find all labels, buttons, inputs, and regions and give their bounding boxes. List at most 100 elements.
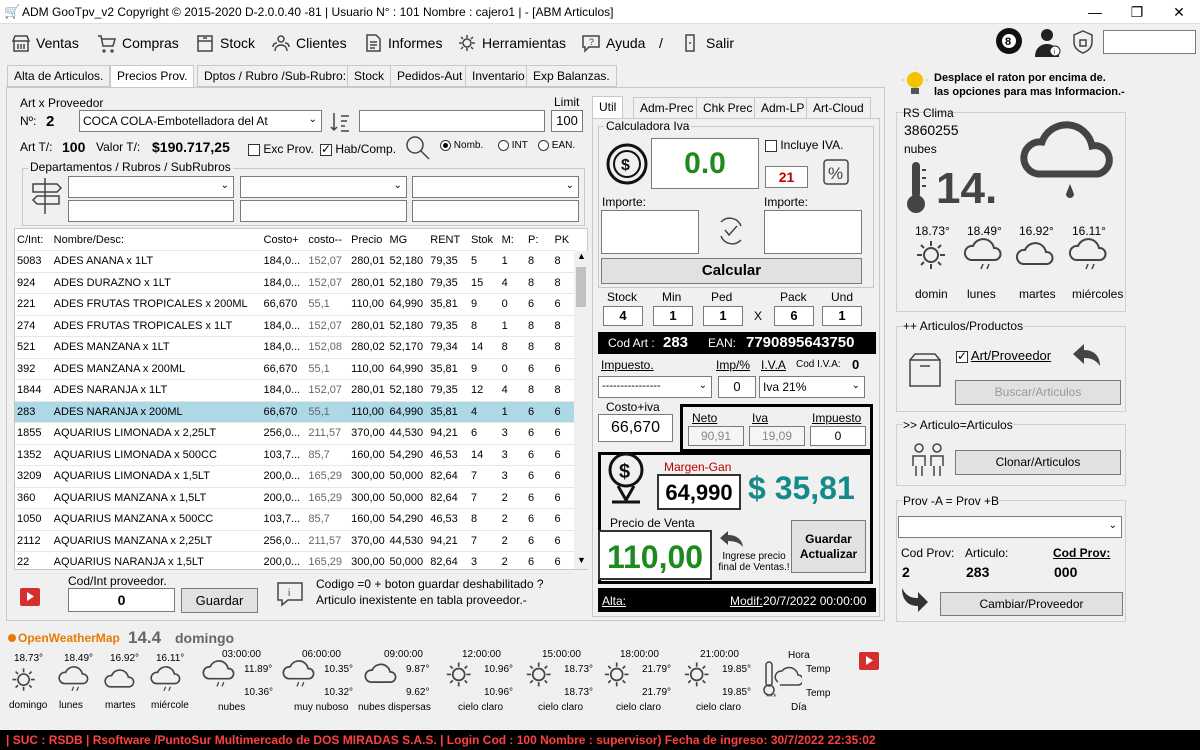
clonar-articulos-button[interactable]: Clonar/Articulos	[955, 450, 1121, 475]
tab-stock[interactable]: Stock	[347, 65, 392, 87]
tab-art-cloud[interactable]: Art-Cloud	[806, 97, 871, 119]
grid-cell: ADES NARANJA x 1LT	[51, 379, 262, 402]
menu-compras[interactable]: Compras	[96, 33, 179, 53]
table-row[interactable]: 5083 ADES ANANA x 1LT 184,0... 152,07 280,01…	[15, 250, 575, 273]
eight-ball-icon[interactable]: 8	[993, 25, 1027, 59]
menu-clientes[interactable]: Clientes	[270, 33, 347, 53]
menu-informes[interactable]: Informes	[362, 33, 442, 53]
subrubro-input[interactable]	[412, 200, 579, 222]
table-row[interactable]: 521 ADES MANZANA x 1LT 184,0... 152,08 280,0…	[15, 336, 575, 359]
grid-scrollbar[interactable]: ▲ ▼	[574, 251, 588, 569]
table-row[interactable]: 1352 AQUARIUS LIMONADA x 500CC 103,7... 85,…	[15, 444, 575, 466]
pack-input[interactable]: 6	[774, 306, 814, 326]
table-row[interactable]: 1050 AQUARIUS MANZANA x 500CC 103,7... 85,7…	[15, 508, 575, 531]
table-row[interactable]: 3209 AQUARIUS LIMONADA x 1,5LT 200,0... 165…	[15, 465, 575, 488]
subrubro-select[interactable]: ⌄	[412, 176, 579, 198]
costo-iva-input[interactable]: 66,670	[598, 414, 673, 442]
close-icon[interactable]: ✕	[1164, 2, 1194, 22]
tab-adm-prec[interactable]: Adm-Prec	[633, 97, 701, 119]
table-row[interactable]: 1844 ADES NARANJA x 1LT 184,0... 152,07 280,…	[15, 379, 575, 402]
iva-select[interactable]: Iva 21% ⌄	[759, 376, 865, 398]
convert-icon[interactable]	[713, 216, 749, 246]
tab-chk-prec[interactable]: Chk Prec	[696, 97, 760, 119]
importe-left-input[interactable]	[601, 210, 699, 254]
table-row[interactable]: 392 ADES MANZANA x 200ML 66,670 55,1 110,00 6…	[15, 358, 575, 380]
weather-day-icon	[909, 238, 953, 275]
search-icon[interactable]	[404, 134, 432, 162]
guardar-button[interactable]: Guardar	[181, 588, 258, 613]
tab-precios-prov[interactable]: Precios Prov.	[110, 65, 195, 88]
rubro-input[interactable]	[240, 200, 407, 222]
table-row[interactable]: 22 AQUARIUS NARANJA x 1,5LT 200,0... 165,29…	[15, 551, 575, 574]
incluye-iva-checkbox[interactable]: Incluye IVA.	[765, 138, 843, 152]
grid-cell: 110,00	[349, 358, 388, 380]
exc-prov-checkbox[interactable]: Exc Prov.	[248, 142, 314, 156]
min-input[interactable]: 1	[653, 306, 693, 326]
weather-day-name: martes	[1019, 287, 1056, 301]
undo-arrow-icon[interactable]	[1070, 342, 1102, 370]
play-red-icon[interactable]	[18, 586, 42, 610]
tab-alta-articulos[interactable]: Alta de Articulos.	[7, 65, 111, 87]
tab-util[interactable]: Util	[592, 96, 624, 119]
hab-comp-checkbox[interactable]: Hab/Comp.	[320, 142, 396, 156]
prov-select[interactable]: COCA COLA-Embotelladora del At ⌄	[79, 110, 322, 132]
tab-exp-balanzas[interactable]: Exp Balanzas.	[526, 65, 617, 87]
tab-dptos-rubro[interactable]: Dptos / Rubro /Sub-Rubro:	[197, 65, 354, 87]
menu-stock[interactable]: Stock	[194, 33, 255, 53]
precio-venta-input[interactable]: 110,00	[598, 530, 712, 580]
user-info-icon[interactable]: i	[1030, 25, 1064, 59]
rubro-select[interactable]: ⌄	[240, 176, 407, 198]
cambiar-proveedor-button[interactable]: Cambiar/Proveedor	[940, 592, 1123, 616]
table-row[interactable]: 924 ADES DURAZNO x 1LT 184,0... 152,07 280,0…	[15, 272, 575, 294]
menu-ventas[interactable]: Ventas	[10, 33, 79, 53]
articulo-articulos-label: >> Articulo=Articulos	[903, 418, 1013, 432]
margen-input[interactable]: 64,990	[657, 474, 741, 510]
menu-salir[interactable]: Salir	[680, 33, 734, 53]
scrollbar-thumb[interactable]	[576, 267, 586, 307]
prov-b-select[interactable]: ⌄	[898, 516, 1122, 538]
iva-percent-input[interactable]: 21	[765, 166, 808, 188]
radio-int[interactable]: INT	[498, 140, 528, 151]
weather-day-temp: 16.92°	[1019, 224, 1054, 238]
grid-cell: 66,670	[261, 293, 307, 316]
maximize-icon[interactable]: ❐	[1122, 2, 1152, 22]
radio-ean[interactable]: EAN.	[538, 140, 575, 151]
departamento-input[interactable]	[68, 200, 234, 222]
importe-right-input[interactable]	[764, 210, 862, 254]
grid-cell: 55,1	[306, 358, 350, 380]
ped-input[interactable]: 1	[703, 306, 743, 326]
table-row[interactable]: 274 ADES FRUTAS TROPICALES x 1LT 184,0... 1…	[15, 315, 575, 337]
tab-pedidos-aut[interactable]: Pedidos-Aut	[390, 65, 470, 87]
table-row[interactable]: 2112 AQUARIUS MANZANA x 2,25LT 256,0... 211…	[15, 530, 575, 552]
prov-search-input[interactable]	[359, 110, 545, 132]
tab-adm-lp[interactable]: Adm-LP	[754, 97, 812, 119]
radio-nomb[interactable]: Nomb.	[440, 140, 483, 151]
buscar-articulos-button[interactable]: Buscar/Articulos	[955, 380, 1121, 405]
menu-herramientas[interactable]: Herramientas	[456, 33, 566, 53]
minimize-icon[interactable]: —	[1080, 2, 1110, 22]
limit-input[interactable]: 100	[551, 110, 583, 132]
table-row[interactable]: 1855 AQUARIUS LIMONADA x 2,25LT 256,0... 21…	[15, 422, 575, 445]
calcular-button[interactable]: Calcular	[601, 258, 862, 284]
tab-inventario[interactable]: Inventario	[465, 65, 532, 87]
table-row[interactable]: 221 ADES FRUTAS TROPICALES x 200ML 66,670 5…	[15, 293, 575, 316]
menu-ayuda[interactable]: ? Ayuda	[580, 33, 645, 53]
top-search-input[interactable]	[1103, 30, 1196, 54]
stock-input[interactable]: 4	[603, 306, 643, 326]
shield-icon[interactable]	[1070, 29, 1096, 55]
play-red-icon[interactable]	[857, 650, 881, 674]
table-row[interactable]: 283 ADES NARANJA x 200ML 66,670 55,1 110,00 6…	[15, 401, 575, 423]
impuesto-select[interactable]: ---------------- ⌄	[598, 376, 712, 398]
sort-icon[interactable]	[328, 110, 352, 134]
percent-icon[interactable]: %	[822, 158, 850, 186]
grid-cell: 165,29	[306, 487, 350, 509]
imp-pct-input[interactable]: 0	[718, 376, 756, 398]
weather-day-temp: 16.11°	[1072, 224, 1106, 238]
departamento-select[interactable]: ⌄	[68, 176, 234, 198]
grid-cell: 52,170	[387, 336, 429, 359]
table-row[interactable]: 360 AQUARIUS MANZANA x 1,5LT 200,0... 165,2…	[15, 487, 575, 509]
guardar-actualizar-button[interactable]: Guardar Actualizar	[791, 520, 866, 573]
und-input[interactable]: 1	[822, 306, 862, 326]
art-proveedor-checkbox[interactable]: Art/Proveedor	[956, 348, 1051, 363]
cod-int-proveedor-input[interactable]: 0	[68, 588, 175, 612]
